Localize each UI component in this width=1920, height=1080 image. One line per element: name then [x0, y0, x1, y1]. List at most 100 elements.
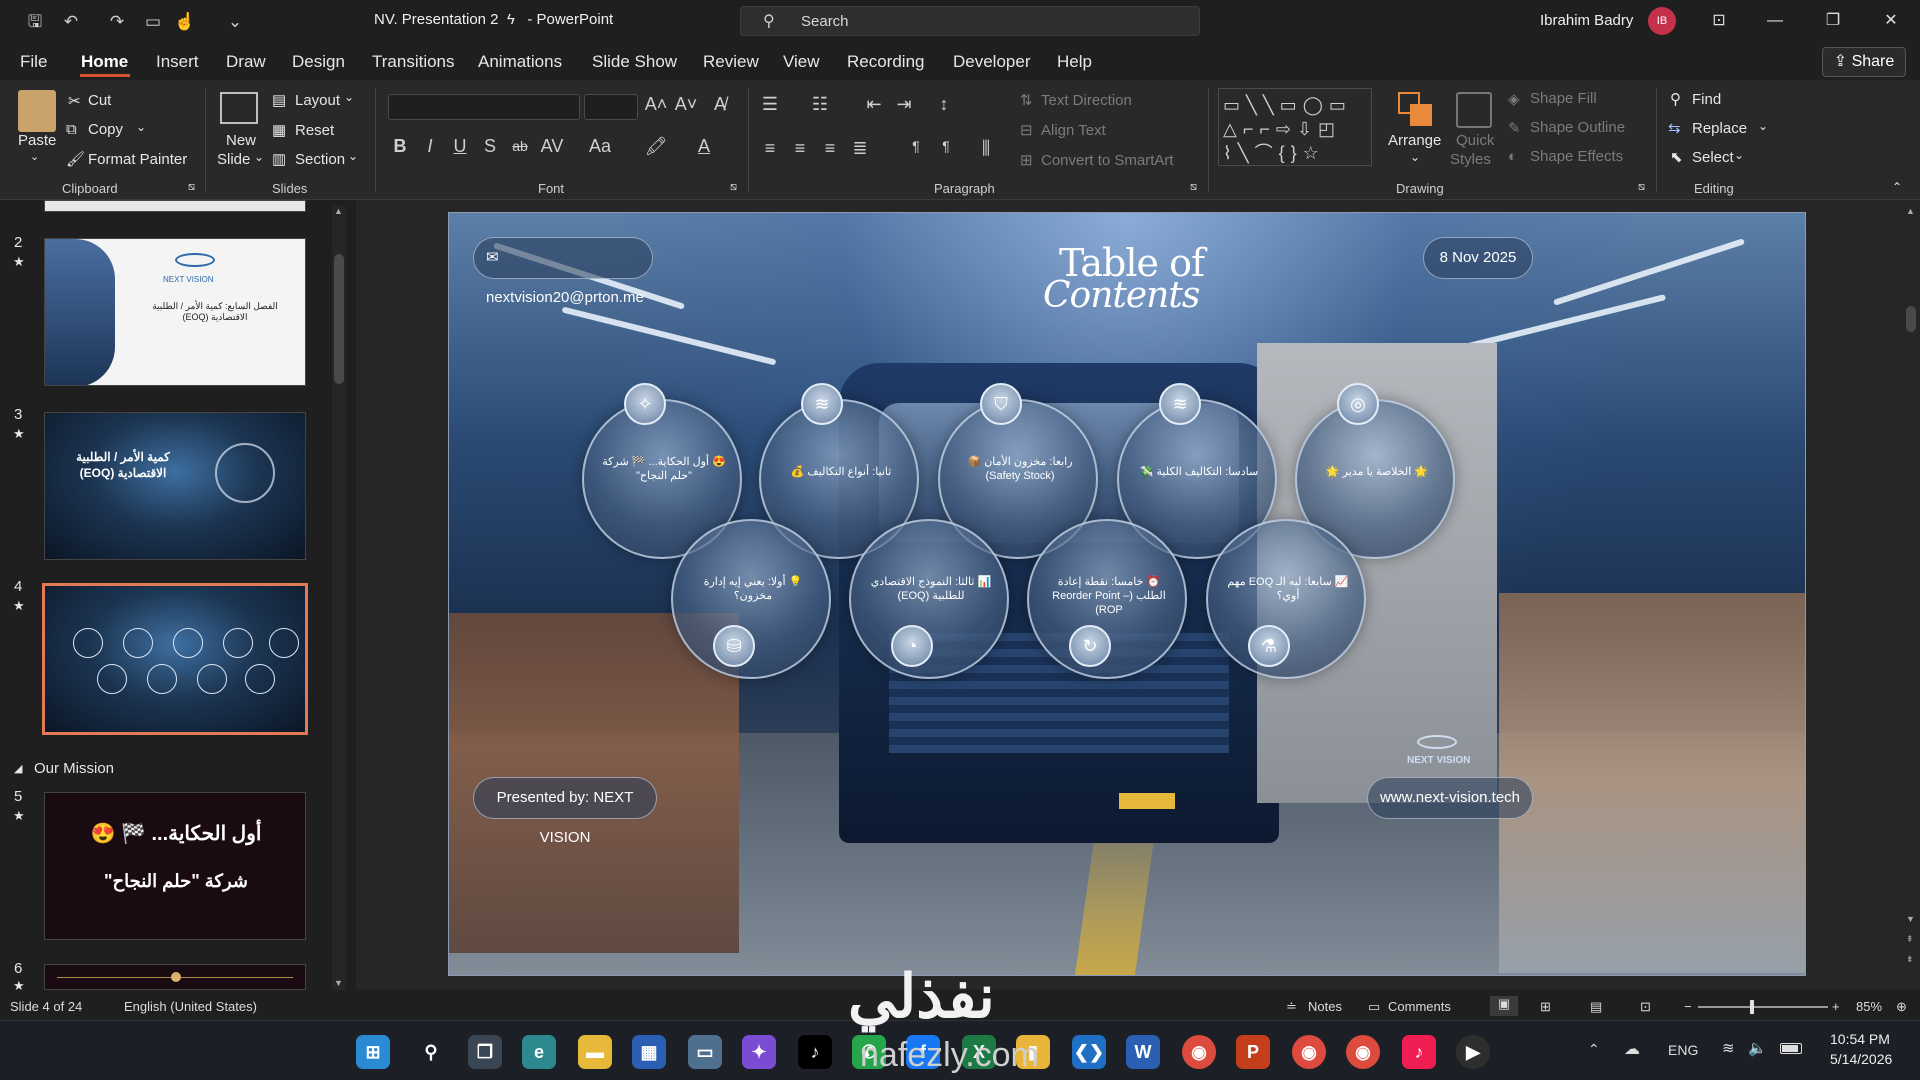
numbering-icon[interactable]: ☷: [808, 94, 832, 115]
justify-icon[interactable]: ≣: [848, 138, 872, 159]
align-center-icon[interactable]: ≡: [788, 138, 812, 159]
undo-icon[interactable]: ↶: [58, 9, 84, 35]
start-icon[interactable]: ⊞: [356, 1035, 390, 1069]
slide-thumbnail-3[interactable]: كمية الأمر / الطلبية الاقتصادية (EOQ): [44, 412, 306, 560]
tab-animations[interactable]: Animations: [478, 52, 562, 72]
new-slide-dropdown-icon[interactable]: ⌄: [254, 150, 264, 164]
restore-icon[interactable]: ❐: [1810, 6, 1856, 36]
section-dropdown-icon[interactable]: ⌄: [348, 149, 358, 163]
arrange-button[interactable]: Arrange: [1388, 132, 1441, 149]
quick-styles-label-2[interactable]: Styles: [1450, 151, 1491, 168]
slideshow-view-icon[interactable]: ⊡: [1640, 999, 1651, 1015]
zoom-level[interactable]: 85%: [1856, 999, 1882, 1014]
tab-view[interactable]: View: [783, 52, 820, 72]
previous-slide-icon[interactable]: ⇞: [1906, 934, 1914, 945]
strikethrough-button[interactable]: ab: [508, 138, 532, 154]
slide-sorter-icon[interactable]: ⊞: [1540, 999, 1551, 1015]
shape-outline-button[interactable]: Shape Outline: [1530, 119, 1625, 136]
task-view-icon[interactable]: ❐: [468, 1035, 502, 1069]
user-name[interactable]: Ibrahim Badry: [1540, 12, 1633, 29]
copy-button[interactable]: Copy: [88, 121, 123, 138]
slide-thumbnail-5[interactable]: أول الحكاية... 🏁 😍 شركة "حلم النجاح": [44, 792, 306, 940]
slide-thumbnail-6-partial[interactable]: [44, 964, 306, 990]
search-box[interactable]: ⚲ Search: [740, 6, 1200, 36]
touch-mode-icon[interactable]: ☝: [172, 9, 198, 35]
select-button[interactable]: Select: [1692, 149, 1734, 166]
reset-button[interactable]: Reset: [295, 122, 334, 139]
redo-icon[interactable]: ↷: [104, 9, 130, 35]
fit-to-window-icon[interactable]: ⊕: [1896, 999, 1907, 1015]
align-right-icon[interactable]: ≡: [818, 138, 842, 159]
media-player-icon[interactable]: ▶: [1456, 1035, 1490, 1069]
align-left-icon[interactable]: ≡: [758, 138, 782, 159]
new-slide-icon[interactable]: [220, 92, 258, 124]
normal-view-icon[interactable]: ▣: [1490, 996, 1518, 1016]
replace-button[interactable]: Replace: [1692, 120, 1747, 137]
store-icon[interactable]: ▦: [632, 1035, 666, 1069]
slide-thumbnail-1-partial[interactable]: [44, 200, 306, 212]
section-button[interactable]: Section: [295, 151, 345, 168]
avatar[interactable]: IB: [1648, 7, 1676, 35]
tray-chevron-icon[interactable]: ⌃: [1588, 1041, 1600, 1058]
shape-effects-button[interactable]: Shape Effects: [1530, 148, 1623, 165]
quick-styles-label-1[interactable]: Quick: [1456, 132, 1494, 149]
highlight-icon[interactable]: 🖍: [644, 136, 668, 157]
format-painter-button[interactable]: Format Painter: [88, 151, 187, 168]
paste-icon[interactable]: [18, 90, 56, 132]
convert-smartart-button[interactable]: Convert to SmartArt: [1041, 152, 1174, 169]
paste-button[interactable]: Paste: [18, 132, 56, 149]
chrome-icon[interactable]: ◉: [1182, 1035, 1216, 1069]
battery-icon[interactable]: [1780, 1043, 1802, 1054]
arrange-icon[interactable]: [1398, 92, 1434, 130]
paste-dropdown-icon[interactable]: ⌄: [30, 150, 39, 163]
clipboard-launcher-icon[interactable]: ⧅: [188, 181, 195, 194]
wifi-icon[interactable]: ≋: [1722, 1039, 1735, 1057]
clear-formatting-icon[interactable]: A̸: [708, 94, 732, 115]
bullets-icon[interactable]: ☰: [758, 94, 782, 115]
arrange-dropdown-icon[interactable]: ⌄: [1410, 150, 1420, 164]
drawing-launcher-icon[interactable]: ⧅: [1638, 181, 1645, 194]
tiktok-studio-icon[interactable]: ♪: [1402, 1035, 1436, 1069]
file-explorer-icon[interactable]: ▬: [578, 1035, 612, 1069]
copilot-icon[interactable]: ✦: [742, 1035, 776, 1069]
columns-icon[interactable]: ⫼: [974, 138, 998, 159]
shapes-gallery[interactable]: ▭╲╲▭◯▭ △⌐⌐⇨⇩◰ ⌇╲⌒{}☆: [1218, 88, 1372, 166]
paragraph-launcher-icon[interactable]: ⧅: [1190, 181, 1197, 194]
language-indicator[interactable]: English (United States): [124, 999, 257, 1014]
align-text-button[interactable]: Align Text: [1041, 122, 1106, 139]
tab-developer[interactable]: Developer: [953, 52, 1031, 72]
cut-button[interactable]: Cut: [88, 92, 111, 109]
layout-button[interactable]: Layout: [295, 92, 340, 109]
customize-qat-icon[interactable]: ⌄: [222, 9, 248, 35]
layout-dropdown-icon[interactable]: ⌄: [344, 90, 354, 104]
tab-slide-show[interactable]: Slide Show: [592, 52, 677, 72]
increase-indent-icon[interactable]: ⇥: [892, 94, 916, 115]
pane-scrollbar[interactable]: ▲ ▼: [332, 206, 346, 990]
line-spacing-icon[interactable]: ↕: [932, 94, 956, 115]
font-size-combo[interactable]: [584, 94, 638, 120]
decrease-font-icon[interactable]: A˅: [674, 94, 698, 115]
tab-design[interactable]: Design: [292, 52, 345, 72]
chrome-profile-icon[interactable]: ◉: [1292, 1035, 1326, 1069]
zoom-slider[interactable]: [1698, 1000, 1828, 1014]
bold-button[interactable]: B: [388, 136, 412, 157]
increase-font-icon[interactable]: A˄: [644, 94, 668, 115]
slide-canvas[interactable]: ✉ nextvision20@prton.me 8 Nov 2025 Table…: [448, 212, 1806, 976]
tab-home[interactable]: Home: [81, 52, 128, 72]
taskbar-search-icon[interactable]: ⚲: [414, 1035, 448, 1069]
editor-scrollbar[interactable]: ▲ ▼ ⇞ ⇟: [1904, 206, 1918, 986]
close-icon[interactable]: ✕: [1868, 6, 1914, 36]
replace-dropdown-icon[interactable]: ⌄: [1758, 119, 1768, 133]
notes-button[interactable]: Notes: [1308, 999, 1342, 1014]
zoom-slider-thumb[interactable]: [1750, 1000, 1754, 1014]
tab-review[interactable]: Review: [703, 52, 759, 72]
zoom-out-icon[interactable]: −: [1684, 999, 1692, 1014]
font-color-icon[interactable]: A: [692, 136, 716, 157]
select-dropdown-icon[interactable]: ⌄: [1734, 148, 1744, 162]
pane-scroll-thumb[interactable]: [334, 254, 344, 384]
decrease-indent-icon[interactable]: ⇤: [862, 94, 886, 115]
shapes-icons[interactable]: ▭╲╲▭◯▭ △⌐⌐⇨⇩◰ ⌇╲⌒{}☆: [1223, 93, 1373, 165]
ribbon-display-icon[interactable]: ⊡: [1696, 6, 1742, 36]
slide-thumbnail-2[interactable]: NEXT VISION الفصل السابع: كمية الأمر / ا…: [44, 238, 306, 386]
underline-button[interactable]: U: [448, 136, 472, 157]
